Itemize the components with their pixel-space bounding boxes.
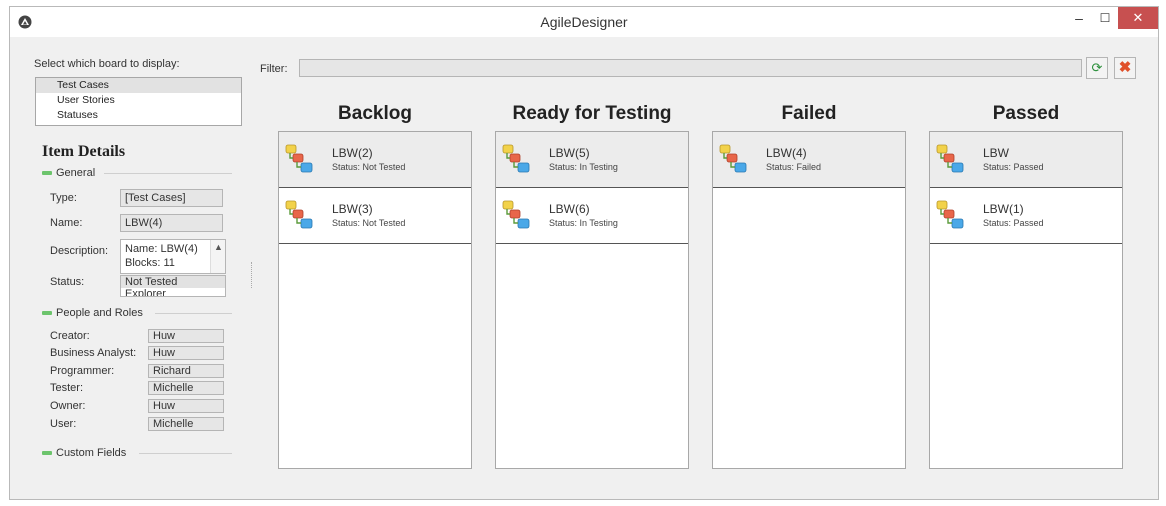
maximize-icon: ☐ xyxy=(1099,11,1111,25)
refresh-icon: ⟳ xyxy=(1091,60,1103,75)
card[interactable]: LBW(6) Status: In Testing xyxy=(496,188,688,244)
item-details-heading: Item Details xyxy=(42,143,126,160)
type-label: Type: xyxy=(50,192,77,204)
name-label: Name: xyxy=(50,217,83,229)
description-scrollbar[interactable]: ▲ xyxy=(210,240,225,273)
card[interactable]: LBW(1) Status: Passed xyxy=(930,188,1122,244)
board-column[interactable]: LBW(2) Status: Not Tested LBW(3) Status: No… xyxy=(278,131,472,469)
filter-input[interactable] xyxy=(299,59,1082,77)
section-general-header[interactable]: General xyxy=(42,167,95,179)
card-status: Status: In Testing xyxy=(549,162,618,172)
role-value-field[interactable]: Michelle xyxy=(148,381,224,395)
card[interactable]: LBW Status: Passed xyxy=(930,132,1122,188)
close-icon: ✕ xyxy=(1132,10,1144,25)
column-title: Ready for Testing xyxy=(512,103,672,124)
card[interactable]: LBW(5) Status: In Testing xyxy=(496,132,688,188)
role-label: Business Analyst: xyxy=(50,347,137,359)
role-value-field[interactable]: Huw xyxy=(148,329,224,343)
description-label: Description: xyxy=(50,245,109,257)
section-label: Custom Fields xyxy=(56,447,127,459)
card-status: Status: In Testing xyxy=(549,218,618,228)
test-case-icon xyxy=(936,200,964,230)
test-case-icon xyxy=(936,144,964,174)
test-case-icon xyxy=(502,144,530,174)
section-people-header[interactable]: People and Roles xyxy=(42,307,143,319)
card[interactable]: LBW(2) Status: Not Tested xyxy=(279,132,471,188)
description-field[interactable]: Name: LBW(4) Blocks: 11 ▲ xyxy=(120,239,226,274)
board-option-user-stories[interactable]: User Stories xyxy=(36,93,241,108)
board-column[interactable]: LBW Status: Passed LBW(1) Status: Passed xyxy=(929,131,1123,469)
role-value-field[interactable]: Huw xyxy=(148,399,224,413)
role-label: Creator: xyxy=(50,330,90,342)
refresh-button[interactable]: ⟳ xyxy=(1086,57,1108,79)
card-name: LBW(5) xyxy=(549,146,590,160)
collapse-icon xyxy=(42,451,52,456)
panel-splitter[interactable] xyxy=(251,262,254,288)
card-status: Status: Passed xyxy=(983,162,1044,172)
status-option-selected[interactable]: Not Tested xyxy=(121,276,225,288)
divider xyxy=(139,453,232,454)
board-option-test-cases[interactable]: Test Cases xyxy=(36,78,241,93)
status-option[interactable]: Explorer xyxy=(121,288,225,296)
window-title: AgileDesigner xyxy=(540,14,628,30)
card-name: LBW(2) xyxy=(332,146,373,160)
scroll-up-icon: ▲ xyxy=(214,242,223,252)
card[interactable]: LBW(4) Status: Failed xyxy=(713,132,905,188)
clear-filter-icon: ✖ xyxy=(1118,59,1132,76)
collapse-icon xyxy=(42,311,52,316)
role-label: User: xyxy=(50,418,77,430)
divider xyxy=(104,173,232,174)
status-label: Status: xyxy=(50,276,85,288)
card-status: Status: Passed xyxy=(983,218,1044,228)
column-title: Failed xyxy=(781,103,837,124)
card[interactable]: LBW(3) Status: Not Tested xyxy=(279,188,471,244)
name-field[interactable]: LBW(4) xyxy=(120,214,223,232)
title-bar: AgileDesigner – ☐ ✕ xyxy=(10,7,1158,37)
role-value-field[interactable]: Huw xyxy=(148,346,224,360)
role-label: Programmer: xyxy=(50,365,115,377)
minimize-button[interactable]: – xyxy=(1066,7,1092,29)
role-label: Owner: xyxy=(50,400,86,412)
test-case-icon xyxy=(719,144,747,174)
card-status: Status: Not Tested xyxy=(332,218,406,228)
maximize-button[interactable]: ☐ xyxy=(1092,7,1118,29)
board-column[interactable]: LBW(4) Status: Failed xyxy=(712,131,906,469)
role-value-field[interactable]: Richard xyxy=(148,364,224,378)
status-list[interactable]: Not Tested Explorer xyxy=(120,275,226,297)
close-button[interactable]: ✕ xyxy=(1118,7,1158,29)
board-option-statuses[interactable]: Statuses xyxy=(36,108,241,123)
board-selector-label: Select which board to display: xyxy=(34,58,180,70)
role-label: Tester: xyxy=(50,382,84,394)
test-case-icon xyxy=(502,200,530,230)
column-title: Backlog xyxy=(338,103,412,124)
section-custom-fields-header[interactable]: Custom Fields xyxy=(42,447,126,459)
minimize-icon: – xyxy=(1075,10,1083,26)
card-name: LBW(6) xyxy=(549,202,590,216)
divider xyxy=(155,313,232,314)
board-selector-list[interactable]: Test Cases User Stories Statuses xyxy=(35,77,242,126)
card-name: LBW xyxy=(983,146,1010,160)
section-label: People and Roles xyxy=(56,307,143,319)
section-label: General xyxy=(56,167,96,179)
board-column[interactable]: LBW(5) Status: In Testing LBW(6) Status: In… xyxy=(495,131,689,469)
clear-filter-button[interactable]: ✖ xyxy=(1114,57,1136,79)
test-case-icon xyxy=(285,144,313,174)
type-field: [Test Cases] xyxy=(120,189,223,207)
card-status: Status: Not Tested xyxy=(332,162,406,172)
test-case-icon xyxy=(285,200,313,230)
card-name: LBW(4) xyxy=(766,146,807,160)
role-value-field[interactable]: Michelle xyxy=(148,417,224,431)
filter-label: Filter: xyxy=(260,63,288,75)
card-status: Status: Failed xyxy=(766,162,822,172)
collapse-icon xyxy=(42,171,52,176)
app-window: AgileDesigner – ☐ ✕ Select which board t… xyxy=(9,6,1159,500)
column-title: Passed xyxy=(992,103,1060,124)
card-name: LBW(3) xyxy=(332,202,373,216)
card-name: LBW(1) xyxy=(983,202,1024,216)
